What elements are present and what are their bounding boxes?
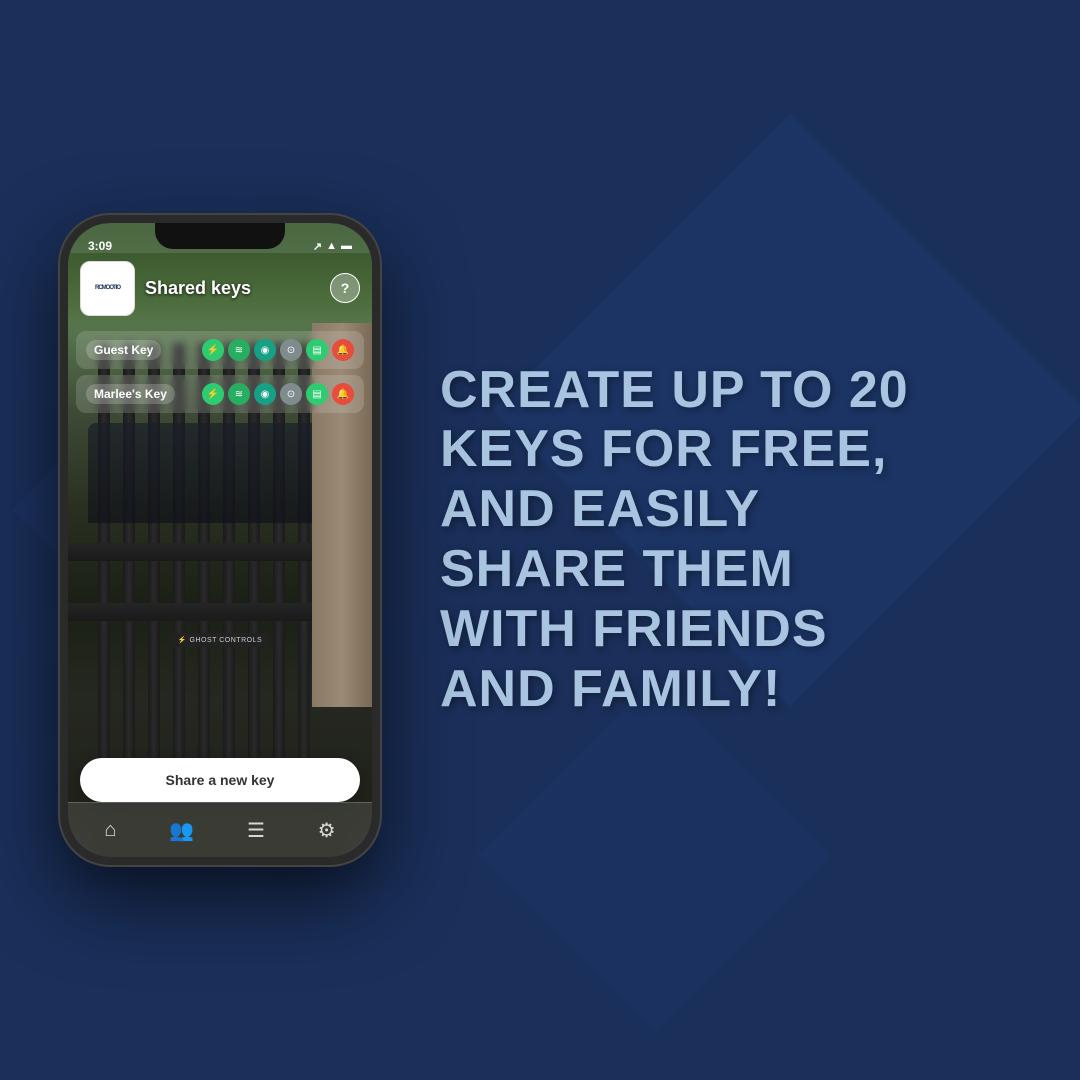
status-icons: ↗ ▲ ▬ bbox=[313, 240, 352, 253]
marlees-key-item[interactable]: Marlee's Key ⚡ ≋ ◉ ⊙ ▤ 🔔 bbox=[76, 375, 364, 413]
help-button[interactable]: ? bbox=[330, 273, 360, 303]
bell-icon-2: 🔔 bbox=[332, 383, 354, 405]
location-icon: ↗ bbox=[313, 240, 322, 253]
nav-people-icon[interactable]: 👥 bbox=[169, 818, 194, 843]
app-title: Shared keys bbox=[145, 278, 320, 299]
keys-list: Guest Key ⚡ ≋ ◉ ⊙ ▤ 🔔 bbox=[68, 331, 372, 419]
main-content: ⚡ GHOST CONTROLS 3:09 ↗ ▲ ▬ RCMOOTIO Sha… bbox=[0, 0, 1080, 1080]
promo-line-6: AND FAMILY! bbox=[440, 660, 1020, 720]
wifi-icon-2: ≋ bbox=[228, 383, 250, 405]
battery-icon: ▬ bbox=[341, 240, 352, 252]
marlees-key-label: Marlee's Key bbox=[94, 387, 167, 401]
marlees-key-icons: ⚡ ≋ ◉ ⊙ ▤ 🔔 bbox=[202, 383, 354, 405]
wifi-icon: ≋ bbox=[228, 339, 250, 361]
share-button-container: Share a new key bbox=[80, 758, 360, 802]
card-icon-2: ▤ bbox=[306, 383, 328, 405]
nav-settings-icon[interactable]: ⚙ bbox=[318, 818, 336, 843]
logo-text: RCMOOTIO bbox=[95, 285, 120, 292]
card-icon: ▤ bbox=[306, 339, 328, 361]
bluetooth-icon: ⚡ bbox=[202, 339, 224, 361]
promo-line-1: CREATE UP TO 20 bbox=[440, 361, 1020, 421]
promo-line-4: SHARE THEM bbox=[440, 540, 1020, 600]
share-new-key-button[interactable]: Share a new key bbox=[80, 758, 360, 802]
wifi-status-icon: ▲ bbox=[326, 240, 337, 252]
marlees-key-name: Marlee's Key bbox=[86, 384, 175, 404]
status-time: 3:09 bbox=[88, 239, 112, 253]
phone-mockup: ⚡ GHOST CONTROLS 3:09 ↗ ▲ ▬ RCMOOTIO Sha… bbox=[60, 215, 380, 865]
bell-icon: 🔔 bbox=[332, 339, 354, 361]
clock-icon-2: ⊙ bbox=[280, 383, 302, 405]
nav-list-icon[interactable]: ☰ bbox=[247, 818, 265, 843]
signal-icon: ◉ bbox=[254, 339, 276, 361]
guest-key-name: Guest Key bbox=[86, 340, 161, 360]
guest-key-item[interactable]: Guest Key ⚡ ≋ ◉ ⊙ ▤ 🔔 bbox=[76, 331, 364, 369]
promo-text-container: CREATE UP TO 20 KEYS FOR FREE, AND EASIL… bbox=[420, 361, 1020, 720]
clock-icon: ⊙ bbox=[280, 339, 302, 361]
promo-text: CREATE UP TO 20 KEYS FOR FREE, AND EASIL… bbox=[440, 361, 1020, 720]
promo-line-2: KEYS FOR FREE, bbox=[440, 420, 1020, 480]
bluetooth-icon-2: ⚡ bbox=[202, 383, 224, 405]
help-icon: ? bbox=[341, 280, 350, 296]
bottom-nav: ⌂ 👥 ☰ ⚙ bbox=[68, 802, 372, 857]
signal-icon-2: ◉ bbox=[254, 383, 276, 405]
ghost-controls-badge: ⚡ GHOST CONTROLS bbox=[170, 633, 270, 647]
app-header: RCMOOTIO Shared keys ? bbox=[68, 253, 372, 323]
promo-line-3: AND EASILY bbox=[440, 480, 1020, 540]
app-logo: RCMOOTIO bbox=[80, 261, 135, 316]
nav-home-icon[interactable]: ⌂ bbox=[104, 819, 116, 842]
phone-body: ⚡ GHOST CONTROLS 3:09 ↗ ▲ ▬ RCMOOTIO Sha… bbox=[60, 215, 380, 865]
promo-line-5: WITH FRIENDS bbox=[440, 600, 1020, 660]
guest-key-icons: ⚡ ≋ ◉ ⊙ ▤ 🔔 bbox=[202, 339, 354, 361]
guest-key-label: Guest Key bbox=[94, 343, 153, 357]
status-bar: 3:09 ↗ ▲ ▬ bbox=[68, 231, 372, 261]
phone-screen: ⚡ GHOST CONTROLS 3:09 ↗ ▲ ▬ RCMOOTIO Sha… bbox=[68, 223, 372, 857]
